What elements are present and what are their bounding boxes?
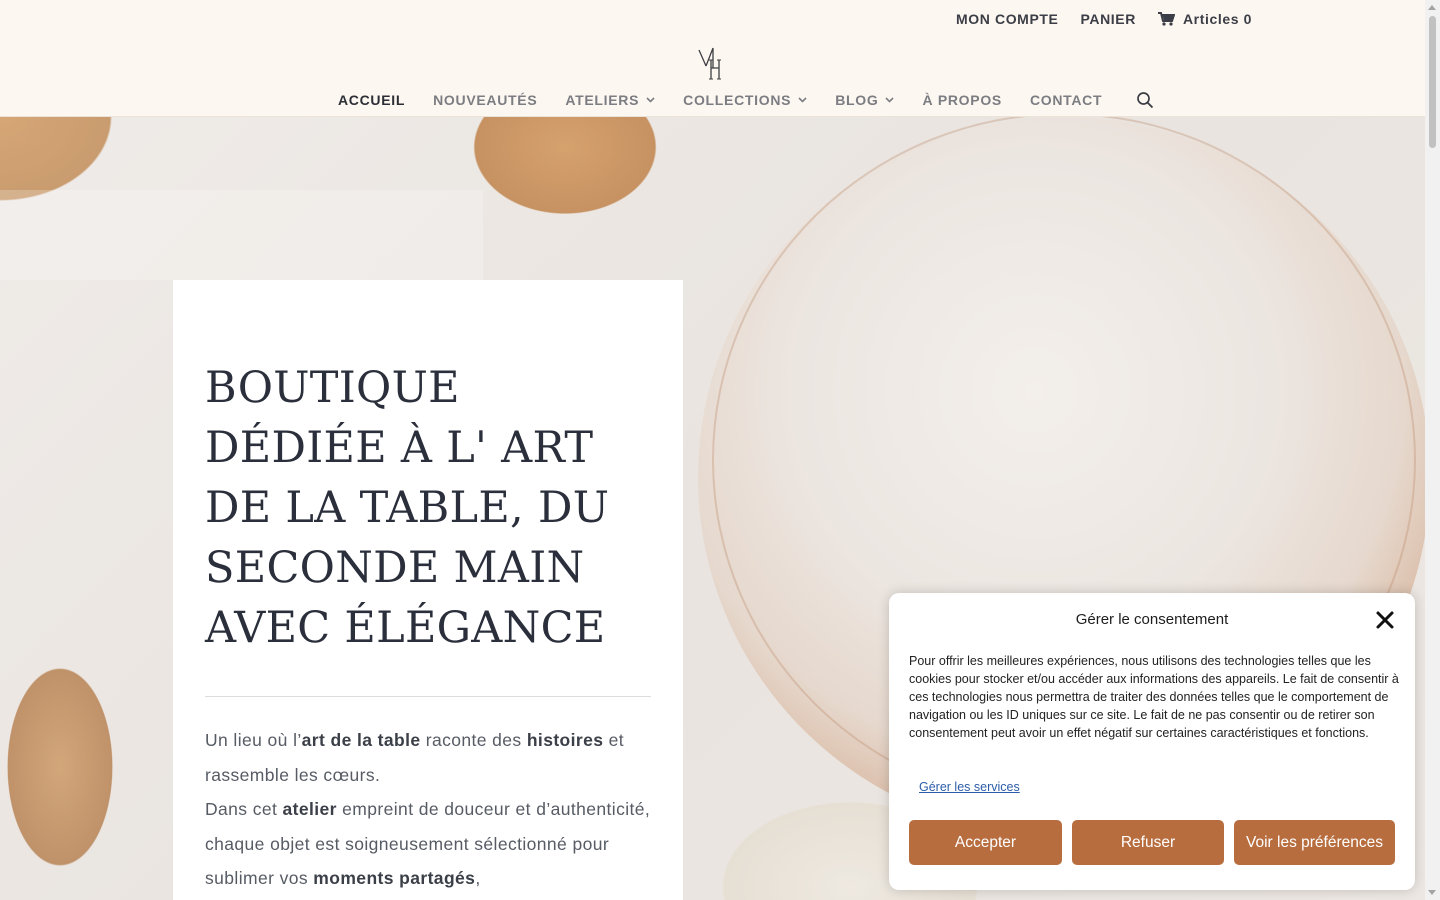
nav-item-ateliers[interactable]: ATELIERS [565, 92, 655, 108]
nav-label: ATELIERS [565, 92, 640, 108]
nav-label: ACCUEIL [338, 92, 406, 108]
nav-label: COLLECTIONS [683, 92, 792, 108]
consent-description: Pour offrir les meilleures expériences, … [909, 654, 1399, 740]
accept-button[interactable]: Accepter [909, 820, 1062, 865]
consent-title: Gérer le consentement [1075, 611, 1229, 628]
hero-title: BOUTIQUE DÉDIÉE À L' ART DE LA TABLE, DU… [205, 363, 610, 653]
account-link[interactable]: MON COMPTE [956, 11, 1058, 27]
hero-overlay-shape [0, 190, 483, 280]
nav-item-contact[interactable]: CONTACT [1030, 92, 1102, 108]
manage-services-link[interactable]: Gérer les services [919, 780, 1020, 794]
page-scrollbar[interactable] [1425, 0, 1440, 900]
nav-item-blog[interactable]: BLOG [835, 92, 895, 108]
nav-item-accueil[interactable]: ACCUEIL [338, 92, 405, 108]
site-header: MON COMPTE PANIER Articles 0 ACCUEIL NOU… [0, 0, 1425, 117]
view-preferences-button[interactable]: Voir les préférences [1234, 820, 1395, 865]
main-nav: ACCUEIL NOUVEAUTÉS ATELIERS COLLECTIONS … [338, 91, 1154, 109]
cart-page-link[interactable]: PANIER [1080, 11, 1135, 27]
refuse-button[interactable]: Refuser [1072, 820, 1224, 865]
text-run: Un lieu où l’ [205, 730, 302, 750]
scroll-down-arrow-icon[interactable] [1428, 890, 1436, 895]
nav-item-nouveautes[interactable]: NOUVEAUTÉS [433, 92, 537, 108]
text-run: Dans cet [205, 799, 283, 819]
top-bar: MON COMPTE PANIER Articles 0 [956, 11, 1252, 27]
hero-paragraph-1: Un lieu où l’art de la table raconte des… [205, 723, 651, 792]
nav-label: À PROPOS [922, 92, 1002, 108]
search-icon[interactable] [1136, 91, 1154, 109]
text-run: , [475, 868, 481, 888]
nav-item-a-propos[interactable]: À PROPOS [922, 92, 1002, 108]
scroll-up-arrow-icon[interactable] [1428, 5, 1436, 10]
chevron-down-icon [885, 97, 895, 103]
chevron-down-icon [646, 97, 655, 103]
hero-divider [205, 696, 651, 697]
emphasis-run: atelier [282, 799, 337, 819]
cookie-consent-dialog: Gérer le consentement Pour offrir les me… [889, 593, 1415, 890]
cart-count: Articles 0 [1182, 11, 1252, 27]
close-icon[interactable] [1375, 610, 1395, 630]
text-run: raconte des [420, 730, 527, 750]
nav-label: BLOG [835, 92, 879, 108]
emphasis-run: moments partagés [313, 868, 476, 888]
hero-content-card: BOUTIQUE DÉDIÉE À L' ART DE LA TABLE, DU… [173, 280, 683, 900]
monogram-logo[interactable] [697, 46, 729, 80]
scrollbar-thumb[interactable] [1429, 16, 1436, 148]
nav-item-collections[interactable]: COLLECTIONS [683, 92, 807, 108]
nav-label: NOUVEAUTÉS [433, 92, 538, 108]
emphasis-run: histoires [526, 730, 604, 750]
hero-paragraph-2: Dans cet atelier empreint de douceur et … [205, 792, 651, 896]
chevron-down-icon [798, 97, 807, 103]
cart-icon [1157, 12, 1175, 26]
emphasis-run: art de la table [301, 730, 421, 750]
nav-label: CONTACT [1029, 92, 1103, 108]
cart-link[interactable]: Articles 0 [1157, 11, 1252, 27]
